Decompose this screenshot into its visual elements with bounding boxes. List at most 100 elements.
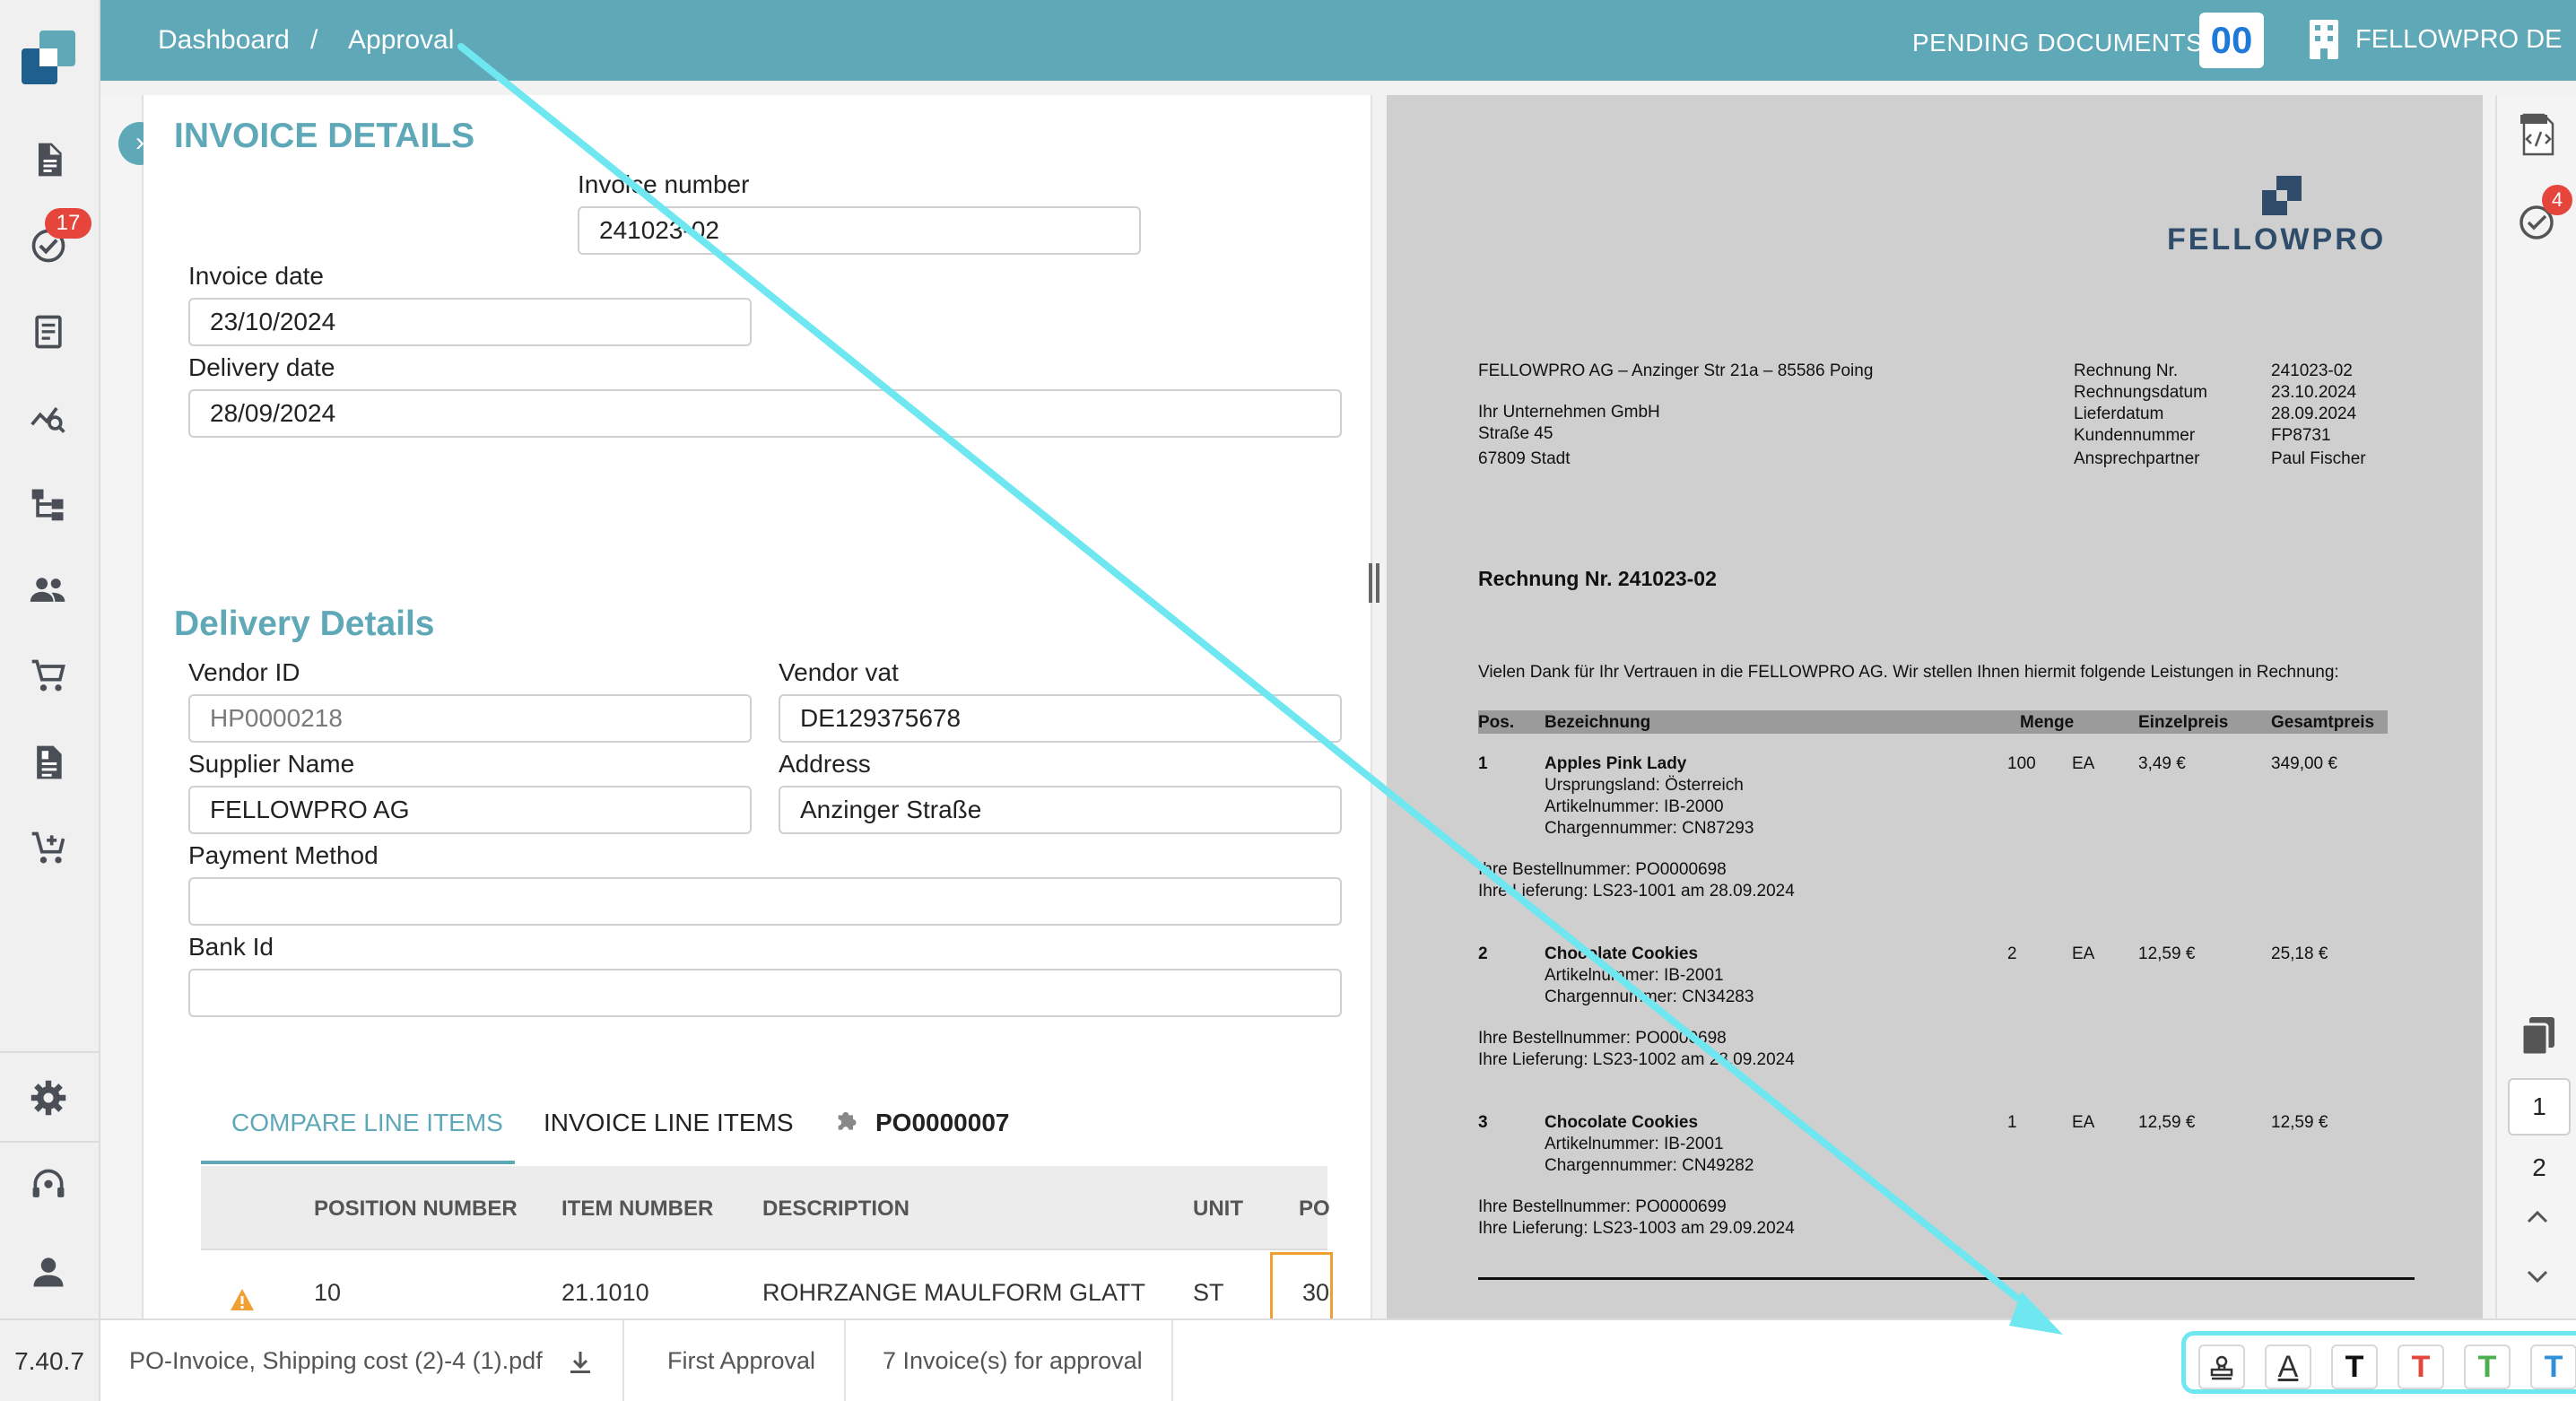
cart-icon[interactable] — [25, 653, 72, 700]
invoice-details-title: INVOICE DETAILS — [174, 117, 475, 155]
total-pages: 2 — [2532, 1153, 2546, 1181]
invoice-number-label: Invoice number — [578, 170, 750, 198]
column-description[interactable]: DESCRIPTION — [762, 1197, 909, 1222]
highlight-text-button[interactable]: A — [2265, 1344, 2311, 1389]
download-icon[interactable] — [567, 1349, 594, 1376]
fellowpro-logo-icon — [2262, 176, 2302, 215]
meta-value: 23.10.2024 — [2271, 383, 2357, 402]
copy-pages-icon[interactable] — [2517, 1014, 2560, 1057]
doc-column-pos: Pos. — [1478, 713, 1515, 732]
column-position-number[interactable]: POSITION NUMBER — [314, 1197, 518, 1222]
doc-item-price: 3,49 € — [2138, 754, 2186, 773]
address-label: Address — [779, 750, 871, 778]
doc-item-delivery: Ihre Lieferung: LS23-1003 am 29.09.2024 — [1478, 1219, 1795, 1238]
analytics-search-icon[interactable] — [25, 395, 72, 441]
document-title: Rechnung Nr. 241023-02 — [1478, 567, 1717, 590]
stamp-button[interactable] — [2198, 1344, 2245, 1389]
column-unit[interactable]: UNIT — [1193, 1197, 1243, 1222]
doc-item-qty: 100 — [2007, 754, 2036, 773]
users-icon[interactable] — [25, 567, 72, 613]
meta-value: Paul Fischer — [2271, 449, 2366, 468]
invoice-dollar-icon[interactable] — [25, 739, 72, 786]
text-green-button[interactable]: T — [2464, 1344, 2511, 1389]
payment-method-label: Payment Method — [188, 841, 379, 869]
approval-count-badge: 4 — [2542, 185, 2572, 215]
delivery-date-label: Delivery date — [188, 353, 335, 381]
documents-icon[interactable] — [25, 136, 72, 183]
invoice-number-field[interactable]: 241023-02 — [578, 206, 1141, 255]
meta-label: Rechnungsdatum — [2074, 383, 2207, 402]
right-tool-rail: 4 1 2 — [2495, 95, 2576, 1318]
doc-column-total: Gesamtpreis — [2271, 713, 2375, 732]
settings-gear-icon[interactable] — [25, 1075, 72, 1121]
approval-count[interactable]: 7 Invoice(s) for approval — [854, 1320, 1173, 1401]
tab-invoice-line-items[interactable]: INVOICE LINE ITEMS — [544, 1109, 794, 1137]
add-to-cart-icon[interactable] — [25, 825, 72, 872]
invoice-document-page: FELLOWPRO FELLOWPRO AG – Anzinger Str 21… — [1387, 95, 2483, 1318]
xml-document-icon[interactable] — [2517, 113, 2560, 156]
text-red-button[interactable]: T — [2398, 1344, 2444, 1389]
app-logo[interactable] — [20, 29, 77, 86]
current-page-input[interactable]: 1 — [2508, 1078, 2571, 1136]
text-black-button[interactable]: T — [2331, 1344, 2378, 1389]
text-blue-button[interactable]: T — [2530, 1344, 2576, 1389]
doc-item-name: Chocolate Cookies — [1545, 944, 1699, 963]
doc-item-detail: Artikelnummer: IB-2000 — [1545, 797, 1724, 816]
panel-resize-handle[interactable] — [1369, 563, 1381, 603]
delivery-date-field[interactable]: 28/09/2024 — [188, 389, 1342, 438]
doc-item-detail: Chargennummer: CN34283 — [1545, 988, 1754, 1006]
document-viewer[interactable]: FELLOWPRO FELLOWPRO AG – Anzinger Str 21… — [1387, 95, 2483, 1318]
table-row[interactable]: 10 21.1010 ROHRZANGE MAULFORM GLATT ST 3… — [201, 1252, 1333, 1318]
tab-po-number[interactable]: PO0000007 — [875, 1109, 1009, 1137]
doc-item-order: Ihre Bestellnummer: PO0000698 — [1478, 860, 1727, 879]
doc-item-total: 12,59 € — [2271, 1113, 2328, 1132]
doc-item-qty: 1 — [2007, 1113, 2017, 1132]
chevron-down-icon[interactable] — [2524, 1263, 2551, 1290]
doc-item-delivery: Ihre Lieferung: LS23-1002 am 28.09.2024 — [1478, 1050, 1795, 1069]
doc-item-detail: Artikelnummer: IB-2001 — [1545, 966, 1724, 985]
doc-item-detail: Ursprungsland: Österreich — [1545, 776, 1744, 795]
breadcrumb-dashboard[interactable]: Dashboard — [158, 25, 290, 56]
bank-id-field[interactable] — [188, 969, 1342, 1017]
app-version: 7.40.7 — [0, 1318, 99, 1401]
doc-item-total: 25,18 € — [2271, 944, 2328, 963]
payment-method-field[interactable] — [188, 877, 1342, 926]
pending-documents-count[interactable]: 00 — [2199, 13, 2264, 68]
bottom-status-bar: PO-Invoice, Shipping cost (2)-4 (1).pdf … — [100, 1318, 2576, 1401]
chevron-up-icon[interactable] — [2524, 1204, 2551, 1231]
breadcrumb-approval[interactable]: Approval — [348, 25, 454, 56]
doc-item-price: 12,59 € — [2138, 944, 2196, 963]
column-item-number[interactable]: ITEM NUMBER — [561, 1197, 713, 1222]
user-profile-icon[interactable] — [25, 1249, 72, 1295]
column-po[interactable]: PO — [1299, 1197, 1330, 1222]
cell-description: ROHRZANGE MAULFORM GLATT — [762, 1279, 1146, 1306]
supplier-name-field[interactable]: FELLOWPRO AG — [188, 786, 752, 834]
tab-compare-line-items[interactable]: COMPARE LINE ITEMS — [231, 1109, 503, 1137]
doc-item-pos: 1 — [1478, 754, 1488, 773]
active-tab-indicator — [201, 1161, 515, 1164]
delivery-details-title: Delivery Details — [174, 605, 435, 643]
company-selector[interactable]: FELLOWPRO DE — [2355, 25, 2562, 55]
document-filename-section: PO-Invoice, Shipping cost (2)-4 (1).pdf — [100, 1320, 625, 1401]
vendor-vat-field[interactable]: DE129375678 — [779, 694, 1342, 743]
document-recipient-line: 67809 Stadt — [1478, 449, 1571, 468]
doc-item-delivery: Ihre Lieferung: LS23-1001 am 28.09.2024 — [1478, 882, 1795, 901]
vendor-id-field[interactable]: HP0000218 — [188, 694, 752, 743]
line-item-tabs: COMPARE LINE ITEMS INVOICE LINE ITEMS PO… — [201, 1083, 1327, 1164]
support-headset-icon[interactable] — [25, 1162, 72, 1209]
breadcrumb-separator: / — [310, 25, 318, 55]
doc-item-name: Chocolate Cookies — [1545, 1113, 1699, 1132]
hierarchy-icon[interactable] — [25, 481, 72, 527]
meta-label: Lieferdatum — [2074, 405, 2164, 423]
bank-id-label: Bank Id — [188, 933, 274, 961]
invoice-date-field[interactable]: 23/10/2024 — [188, 298, 752, 346]
doc-column-unit-price: Einzelpreis — [2138, 713, 2229, 732]
address-field[interactable]: Anzinger Straße — [779, 786, 1342, 834]
nav-divider — [0, 1051, 99, 1053]
cell-position-number: 10 — [314, 1279, 342, 1306]
doc-column-description: Bezeichnung — [1545, 713, 1651, 732]
doc-item-unit: EA — [2072, 1113, 2095, 1132]
receipt-icon[interactable] — [25, 309, 72, 355]
building-icon — [2310, 20, 2338, 59]
supplier-name-label: Supplier Name — [188, 750, 355, 778]
